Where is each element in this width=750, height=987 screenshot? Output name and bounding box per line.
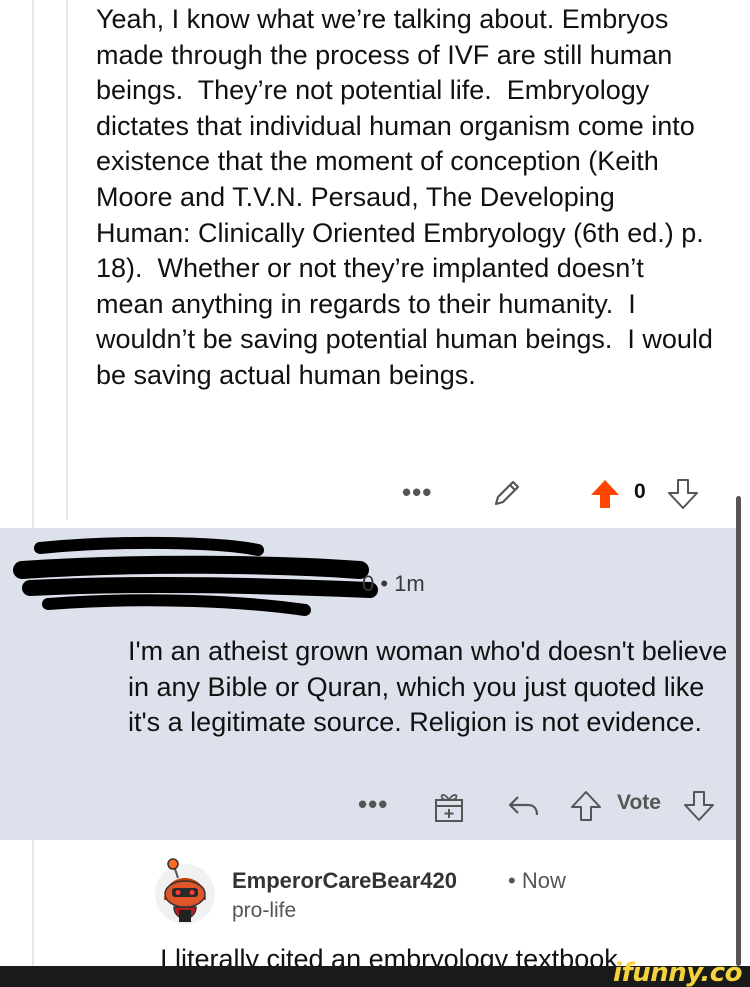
upvote-filled-icon[interactable] — [588, 477, 622, 516]
vote-label: Vote — [617, 791, 661, 814]
user-flair: pro-life — [232, 899, 297, 922]
comment-actions: ••• Vote — [0, 786, 750, 826]
scrollbar[interactable] — [736, 496, 741, 966]
watermark-bar: ifunny.co — [0, 958, 750, 987]
comment-timestamp: • Now — [508, 868, 566, 893]
downvote-icon[interactable] — [682, 789, 716, 828]
more-options-button[interactable]: ••• — [358, 791, 388, 817]
upvote-icon[interactable] — [569, 789, 603, 828]
redaction-scribble — [13, 536, 378, 616]
comment-actions: ••• 0 — [0, 474, 750, 514]
pencil-icon[interactable] — [490, 476, 524, 515]
award-icon[interactable] — [433, 790, 465, 829]
comment-body: Yeah, I know what we’re talking about. E… — [96, 4, 721, 390]
ifunny-logo: ifunny.co — [613, 958, 742, 987]
downvote-icon[interactable] — [666, 477, 700, 516]
thread-line-inner — [66, 0, 68, 520]
comment-body: I'm an atheist grown woman who'd doesn't… — [128, 636, 728, 738]
comment-meta: 0 • 1m — [362, 571, 425, 596]
more-options-button[interactable]: ••• — [402, 479, 432, 505]
avatar[interactable] — [152, 852, 218, 926]
username-link[interactable]: EmperorCareBear420 — [232, 868, 457, 894]
reply-icon[interactable] — [506, 791, 540, 826]
vote-score: 0 — [634, 480, 646, 503]
